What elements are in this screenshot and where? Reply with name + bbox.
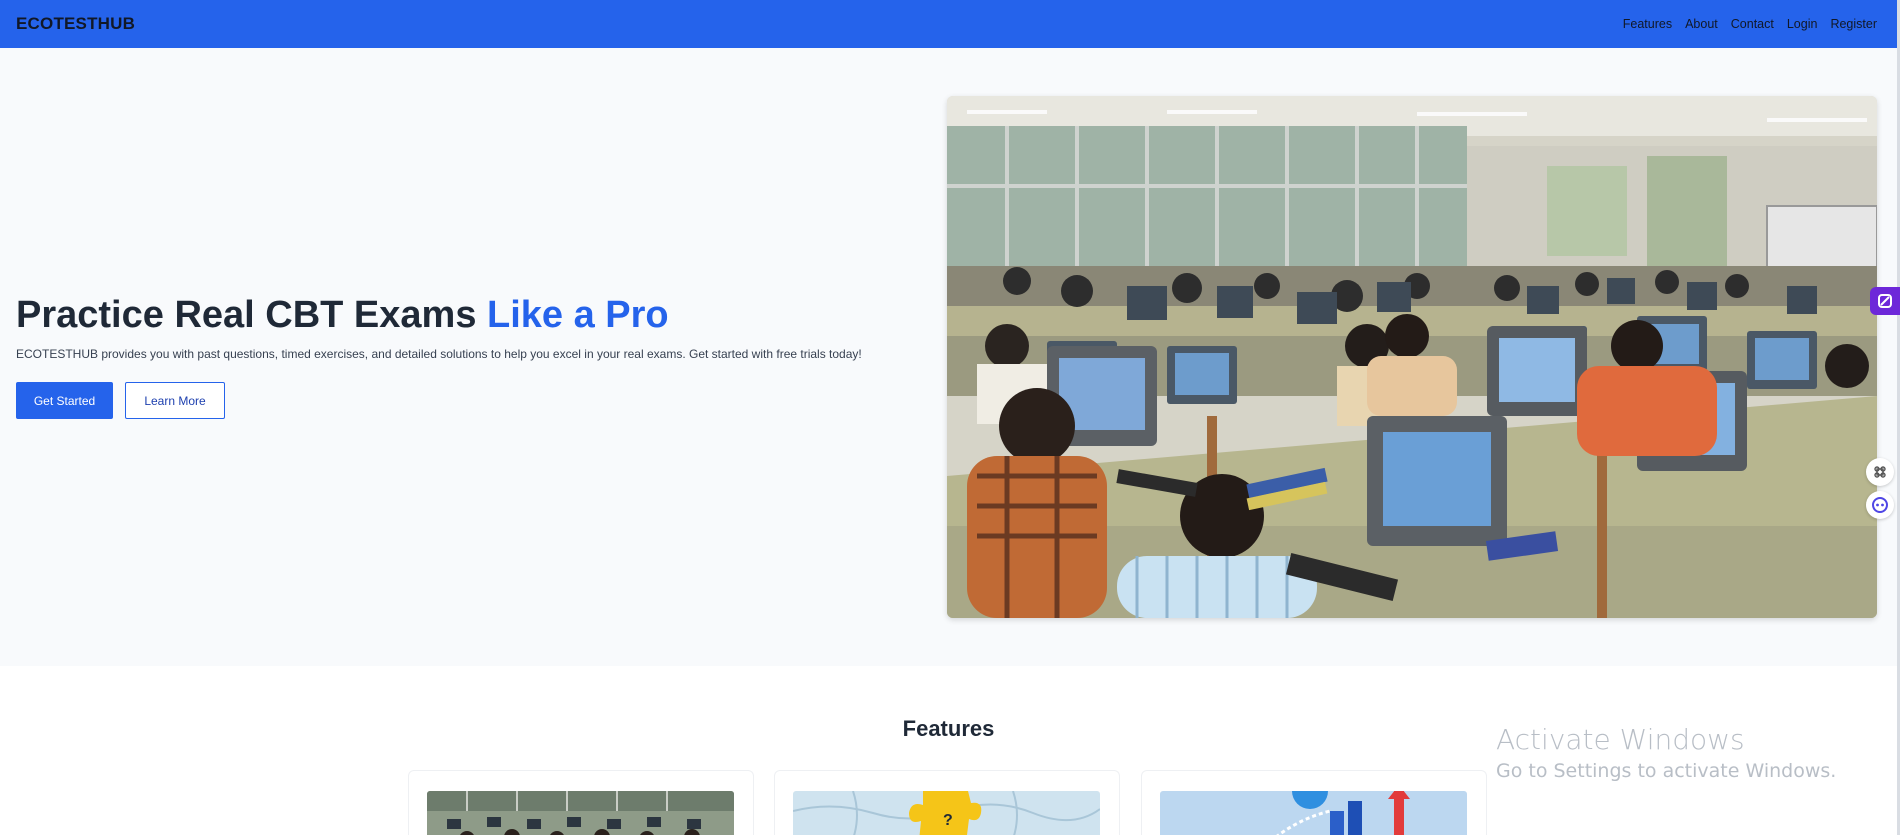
command-icon[interactable]: [1866, 458, 1894, 486]
brand-logo[interactable]: ECOTESTHUB: [16, 14, 135, 34]
get-started-button[interactable]: Get Started: [16, 382, 113, 419]
nav-link-login[interactable]: Login: [1787, 17, 1818, 31]
nav-link-features[interactable]: Features: [1623, 17, 1672, 31]
growth-chart-thumbnail: [1160, 791, 1467, 835]
learn-more-button[interactable]: Learn More: [125, 382, 225, 419]
assistant-icon[interactable]: [1866, 491, 1894, 519]
nav-link-about[interactable]: About: [1685, 17, 1718, 31]
top-navbar: ECOTESTHUB Features About Contact Login …: [0, 0, 1897, 48]
hero-title-main: Practice Real CBT Exams: [16, 294, 488, 336]
feature-card[interactable]: [408, 770, 754, 835]
hero-title: Practice Real CBT Exams Like a Pro: [16, 294, 669, 337]
watermark-line-1: Activate Windows: [1496, 723, 1745, 756]
hero-subtitle: ECOTESTHUB provides you with past questi…: [16, 347, 862, 361]
feature-card[interactable]: [1141, 770, 1487, 835]
svg-text:?: ?: [943, 812, 953, 829]
nav-link-contact[interactable]: Contact: [1731, 17, 1774, 31]
windows-activation-watermark: Activate Windows Go to Settings to activ…: [1496, 723, 1836, 782]
watermark-line-2: Go to Settings to activate Windows.: [1496, 760, 1837, 782]
hero-title-accent: Like a Pro: [487, 294, 669, 336]
computer-lab-thumbnail: [427, 791, 734, 835]
computer-lab-photo: [947, 96, 1877, 618]
extension-icon[interactable]: [1870, 287, 1900, 315]
nav-link-register[interactable]: Register: [1830, 17, 1877, 31]
hero-section: Practice Real CBT Exams Like a Pro ECOTE…: [0, 48, 1897, 666]
puzzle-question-thumbnail: ?: [793, 791, 1100, 835]
nav-links: Features About Contact Login Register: [1623, 17, 1877, 31]
feature-card[interactable]: ?: [774, 770, 1120, 835]
